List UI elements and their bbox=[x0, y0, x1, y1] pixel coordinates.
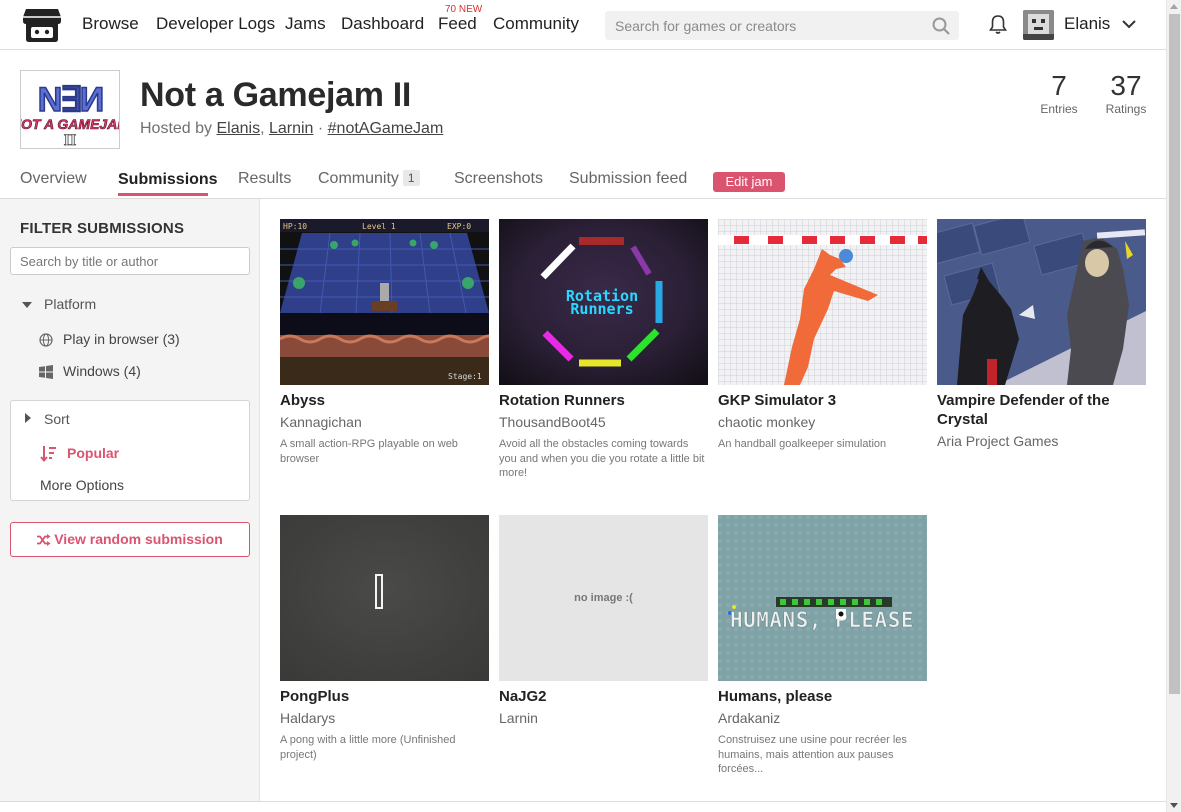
sort-descending-icon bbox=[40, 445, 57, 463]
submission-author[interactable]: Larnin bbox=[499, 710, 538, 726]
svg-text:II: II bbox=[64, 132, 76, 148]
abyss-exp-text: EXP:0 bbox=[447, 222, 471, 231]
submission-description: A pong with a little more (Unfinished pr… bbox=[280, 734, 456, 761]
search-icon[interactable] bbox=[932, 17, 950, 35]
windows-icon bbox=[39, 365, 53, 379]
page-title: Not a Gamejam II bbox=[140, 76, 412, 114]
username[interactable]: Elanis bbox=[1064, 14, 1110, 34]
rotation-runners-title-line2: Runners bbox=[570, 300, 633, 318]
filter-sidebar: FILTER SUBMISSIONS Platform Play in brow… bbox=[0, 199, 260, 801]
submission-author[interactable]: Haldarys bbox=[280, 710, 335, 726]
abyss-stage-text: Stage:1 bbox=[448, 372, 482, 381]
hashtag-link[interactable]: #notAGameJam bbox=[328, 120, 444, 137]
top-navigation: Browse Developer Logs Jams Dashboard 70 … bbox=[0, 0, 1166, 50]
platform-windows[interactable]: Windows (4) bbox=[63, 363, 141, 379]
itchio-logo-icon[interactable] bbox=[22, 7, 62, 43]
submission-thumbnail[interactable] bbox=[280, 515, 489, 681]
platform-filter-toggle[interactable]: Platform bbox=[44, 296, 96, 312]
collapse-triangle-icon[interactable] bbox=[25, 413, 31, 423]
hosted-by: Hosted by Elanis, Larnin · #notAGameJam bbox=[140, 120, 444, 137]
stat-entries-value: 7 bbox=[1051, 70, 1067, 101]
nav-community[interactable]: Community bbox=[493, 14, 579, 34]
submission-author[interactable]: Kannagichan bbox=[280, 414, 362, 430]
shuffle-icon bbox=[37, 534, 51, 546]
edit-jam-button[interactable]: Edit jam bbox=[713, 172, 785, 192]
nav-feed[interactable]: Feed bbox=[438, 14, 477, 34]
page-scrollbar[interactable] bbox=[1166, 0, 1181, 812]
tab-results[interactable]: Results bbox=[238, 170, 291, 188]
humans-please-title: HUMANS, PLEASE bbox=[730, 608, 914, 632]
globe-icon bbox=[39, 333, 53, 347]
host-link-larnin[interactable]: Larnin bbox=[269, 120, 313, 137]
tab-community[interactable]: Community 1 bbox=[318, 170, 420, 188]
submission-thumbnail[interactable] bbox=[718, 219, 927, 385]
submission-thumbnail[interactable]: HP:10 Level 1 EXP:0 Stage:1 bbox=[280, 219, 489, 385]
jam-logo: N∃И NOT A GAMEJAM II bbox=[20, 70, 120, 149]
avatar[interactable] bbox=[1023, 10, 1054, 40]
submission-thumbnail[interactable]: Rotation Runners bbox=[499, 219, 708, 385]
search-input[interactable] bbox=[605, 11, 915, 40]
submission-thumbnail[interactable]: HUMANS, PLEASE bbox=[718, 515, 927, 681]
stat-entries-label: Entries bbox=[1040, 102, 1078, 116]
submission-thumbnail[interactable] bbox=[937, 219, 1146, 385]
submission-author[interactable]: Aria Project Games bbox=[937, 433, 1058, 449]
tab-screenshots[interactable]: Screenshots bbox=[454, 170, 543, 188]
sort-panel: Sort Popular More Options bbox=[10, 400, 250, 501]
scroll-up-arrow-icon[interactable] bbox=[1170, 4, 1178, 9]
filter-title: FILTER SUBMISSIONS bbox=[20, 220, 185, 237]
no-image-placeholder: no image :( bbox=[499, 515, 708, 681]
abyss-hp-text: HP:10 bbox=[283, 222, 307, 231]
svg-text:NOT A GAMEJAM: NOT A GAMEJAM bbox=[21, 116, 119, 132]
stat-entries: 7 Entries bbox=[1040, 70, 1078, 116]
active-tab-underline bbox=[118, 193, 208, 196]
host-link-elanis[interactable]: Elanis bbox=[216, 120, 260, 137]
stat-ratings-value: 37 bbox=[1110, 70, 1142, 101]
stat-ratings: 37 Ratings bbox=[1105, 70, 1147, 116]
random-button-label: View random submission bbox=[54, 531, 223, 547]
submission-author[interactable]: chaotic monkey bbox=[718, 414, 815, 430]
divider bbox=[0, 801, 1166, 802]
scrollbar-thumb[interactable] bbox=[1169, 14, 1180, 694]
sort-toggle[interactable]: Sort bbox=[44, 411, 70, 427]
tab-submissions[interactable]: Submissions bbox=[118, 171, 218, 189]
submission-thumbnail[interactable]: no image :( bbox=[499, 515, 708, 681]
submission-title[interactable]: Humans, please bbox=[718, 687, 927, 706]
submission-title[interactable]: Vampire Defender of the Crystal bbox=[937, 391, 1146, 429]
submission-author[interactable]: ThousandBoot45 bbox=[499, 414, 606, 430]
submission-author[interactable]: Ardakaniz bbox=[718, 710, 780, 726]
scroll-down-arrow-icon[interactable] bbox=[1170, 803, 1178, 808]
submission-description: An handball goalkeeper simulation bbox=[718, 438, 887, 450]
svg-text:N∃И: N∃И bbox=[38, 81, 103, 119]
chevron-down-icon[interactable] bbox=[1121, 17, 1137, 31]
hosted-by-prefix: Hosted by bbox=[140, 120, 217, 137]
tab-overview[interactable]: Overview bbox=[20, 170, 87, 188]
submission-title[interactable]: PongPlus bbox=[280, 687, 489, 706]
stat-ratings-label: Ratings bbox=[1105, 102, 1147, 116]
submission-title[interactable]: Abyss bbox=[280, 391, 489, 410]
nav-browse[interactable]: Browse bbox=[82, 14, 139, 34]
submission-description: Construisez une usine pour recréer les h… bbox=[718, 734, 907, 775]
filter-search-input[interactable] bbox=[10, 247, 250, 275]
nav-jams[interactable]: Jams bbox=[285, 14, 326, 34]
search-bar bbox=[605, 11, 959, 40]
submission-title[interactable]: Rotation Runners bbox=[499, 391, 708, 410]
bell-icon[interactable] bbox=[987, 13, 1009, 35]
view-random-submission-button[interactable]: View random submission bbox=[10, 522, 250, 557]
tab-submission-feed[interactable]: Submission feed bbox=[569, 170, 687, 188]
sort-popular-option[interactable]: Popular bbox=[67, 445, 119, 461]
expand-triangle-icon[interactable] bbox=[22, 302, 32, 308]
community-count-badge: 1 bbox=[402, 170, 420, 186]
abyss-level-text: Level 1 bbox=[362, 222, 396, 231]
submission-description: A small action-RPG playable on web brows… bbox=[280, 438, 458, 465]
submission-title[interactable]: GKP Simulator 3 bbox=[718, 391, 927, 410]
platform-play-in-browser[interactable]: Play in browser (3) bbox=[63, 331, 180, 347]
submission-title[interactable]: NaJG2 bbox=[499, 687, 708, 706]
tab-community-label: Community bbox=[318, 170, 399, 187]
more-options-link[interactable]: More Options bbox=[40, 477, 124, 493]
submission-description: Avoid all the obstacles coming towards y… bbox=[499, 438, 705, 479]
nav-dashboard[interactable]: Dashboard bbox=[341, 14, 424, 34]
nav-developer-logs[interactable]: Developer Logs bbox=[156, 14, 275, 34]
